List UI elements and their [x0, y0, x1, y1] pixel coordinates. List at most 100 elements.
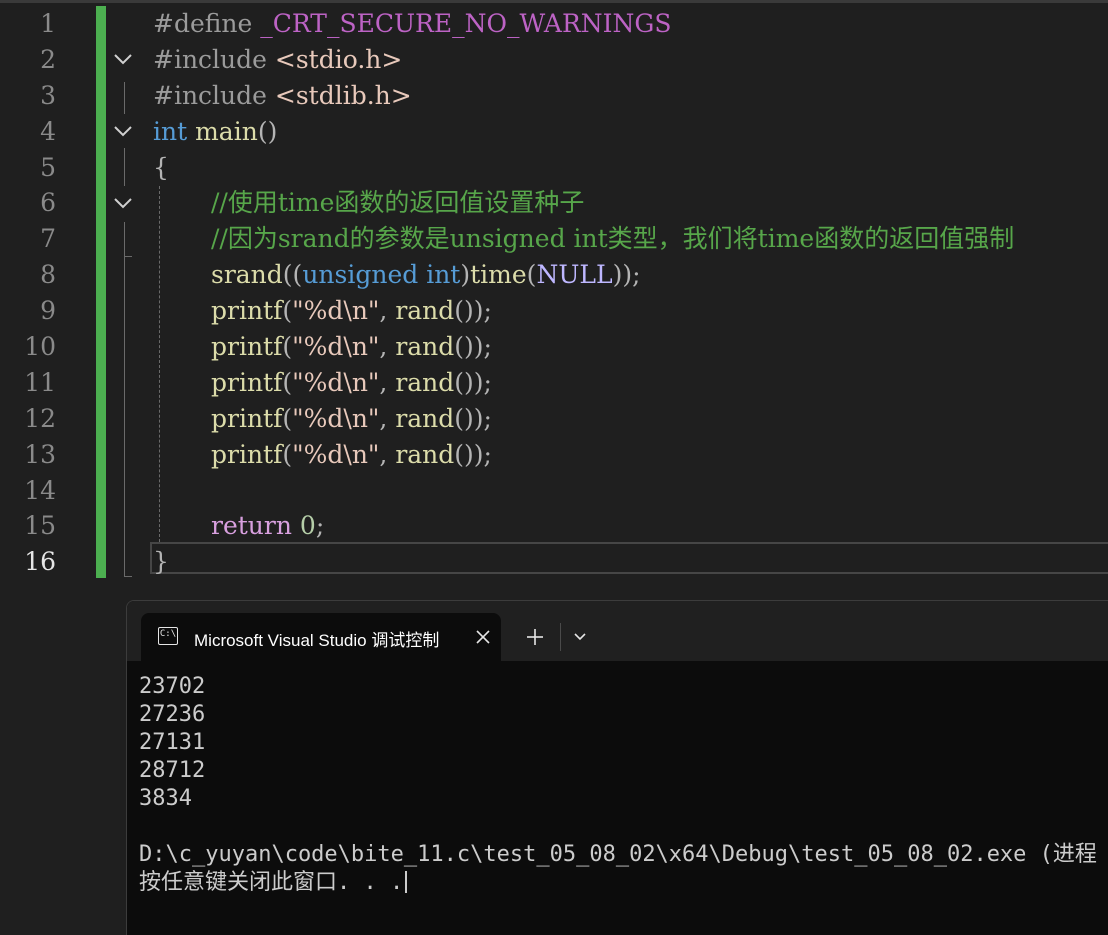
include-path: <stdio.h> [266, 44, 403, 74]
punctuation: , [379, 403, 396, 433]
change-tracking-bar [96, 6, 106, 578]
string-quote: " [367, 332, 380, 362]
fold-region-end [124, 576, 132, 577]
code-line: #include <stdlib.h> [153, 78, 1108, 114]
open-brace: { [153, 152, 169, 182]
punctuation: ()); [454, 332, 492, 362]
terminal-icon: C:\ [158, 627, 178, 645]
include-path: <stdlib.h> [266, 80, 412, 110]
fold-region-end [124, 256, 132, 257]
debug-console-window[interactable]: C:\ Microsoft Visual Studio 调试控制台 23702 … [126, 600, 1108, 935]
punctuation: () [257, 116, 278, 146]
function-name: printf [211, 296, 283, 326]
fold-chevron-down-icon[interactable] [112, 114, 138, 150]
string-quote: " [292, 403, 304, 433]
punctuation: ( [282, 439, 293, 469]
format-specifier: %d [303, 439, 344, 469]
punctuation: ()); [454, 403, 492, 433]
punctuation: ( [282, 403, 293, 433]
escape-sequence: \n [343, 439, 368, 469]
string-quote: " [367, 403, 380, 433]
function-name: time [470, 260, 527, 290]
fold-region-line [124, 148, 125, 186]
fold-region-line [124, 82, 125, 114]
format-specifier: %d [303, 367, 344, 397]
punctuation: (( [282, 260, 303, 290]
function-name: rand [395, 332, 455, 362]
string-quote: " [292, 439, 304, 469]
fold-region-line [124, 222, 125, 256]
code-text-area[interactable]: #define _CRT_SECURE_NO_WARNINGS #include… [153, 6, 1108, 580]
format-specifier: %d [303, 296, 344, 326]
code-line: printf("%d\n", rand()); [153, 401, 1108, 437]
line-number-active: 16 [24, 547, 56, 577]
new-tab-plus-icon[interactable] [523, 625, 547, 649]
function-name: main [187, 116, 258, 146]
keyword-return: return [211, 511, 292, 541]
escape-sequence: \n [343, 332, 368, 362]
punctuation: , [379, 332, 396, 362]
line-number: 11 [24, 367, 56, 397]
line-number: 6 [40, 188, 56, 218]
fold-chevron-down-icon[interactable] [112, 186, 138, 222]
fold-chevron-down-icon[interactable] [112, 42, 138, 78]
punctuation: )); [612, 260, 641, 290]
comment: //使用time函数的返回值设置种子 [211, 188, 585, 218]
exit-message: D:\c_yuyan\code\bite_11.c\test_05_08_02\… [139, 842, 1097, 867]
function-name: printf [211, 439, 283, 469]
string-quote: " [292, 296, 304, 326]
line-number: 5 [40, 152, 56, 182]
tab-separator [560, 623, 561, 651]
fold-region-line [124, 256, 125, 576]
punctuation: , [379, 439, 396, 469]
function-name: rand [395, 439, 455, 469]
code-line: printf("%d\n", rand()); [153, 365, 1108, 401]
editor-top-border [0, 0, 1108, 3]
code-line: #include <stdio.h> [153, 42, 1108, 78]
close-prompt: 按任意键关闭此窗口. . . [139, 870, 404, 895]
escape-sequence: \n [343, 367, 368, 397]
line-number: 4 [40, 116, 56, 146]
escape-sequence: \n [343, 403, 368, 433]
line-number: 3 [40, 80, 56, 110]
console-output[interactable]: 23702 27236 27131 28712 3834 D:\c_yuyan\… [139, 673, 1108, 897]
line-number: 7 [40, 224, 56, 254]
prompt-line: 按任意键关闭此窗口. . . [139, 869, 1108, 897]
code-line: srand((unsigned int)time(NULL)); [153, 257, 1108, 293]
line-number: 12 [24, 403, 56, 433]
function-name: printf [211, 367, 283, 397]
code-line: int main() [153, 114, 1108, 150]
chevron-down-icon[interactable] [570, 627, 590, 647]
function-name: printf [211, 332, 283, 362]
keyword: int [153, 116, 188, 146]
close-icon[interactable] [471, 625, 495, 649]
line-number: 15 [24, 511, 56, 541]
keyword: int [426, 260, 461, 290]
close-brace: } [153, 547, 169, 577]
preprocessor-directive: #include [153, 80, 267, 110]
code-editor[interactable]: 1 2 3 4 5 6 7 8 9 10 11 12 13 14 15 16 #… [0, 0, 1108, 600]
string-quote: " [367, 367, 380, 397]
punctuation: , [379, 296, 396, 326]
line-number: 9 [40, 296, 56, 326]
function-name: rand [395, 367, 455, 397]
function-name: printf [211, 403, 283, 433]
console-tab[interactable]: C:\ Microsoft Visual Studio 调试控制台 [141, 613, 501, 661]
preprocessor-directive: #define [153, 9, 253, 38]
console-tab-title: Microsoft Visual Studio 调试控制台 [194, 631, 441, 650]
code-line: printf("%d\n", rand()); [153, 437, 1108, 473]
null-macro: NULL [536, 260, 613, 290]
fold-gutter [108, 6, 142, 586]
punctuation: ()); [454, 439, 492, 469]
comment: //因为srand的参数是unsigned int类型，我们将time函数的返回… [211, 224, 1015, 254]
string-quote: " [292, 367, 304, 397]
keyword: unsigned [302, 260, 419, 290]
output-line: 27131 [139, 730, 206, 755]
punctuation: ()); [454, 367, 492, 397]
punctuation: ( [282, 367, 293, 397]
line-number: 2 [40, 44, 56, 74]
output-line: 27236 [139, 702, 206, 727]
code-line: printf("%d\n", rand()); [153, 293, 1108, 329]
punctuation: , [379, 367, 396, 397]
function-name: rand [395, 403, 455, 433]
